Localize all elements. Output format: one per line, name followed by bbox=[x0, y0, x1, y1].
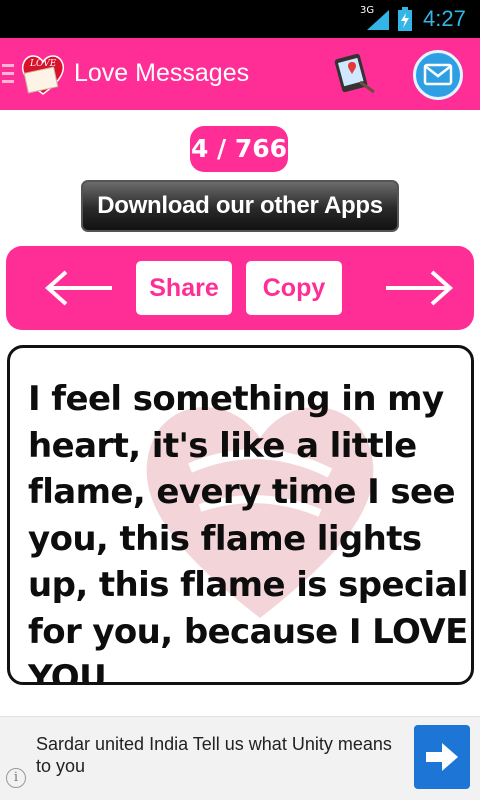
arrow-left-icon[interactable] bbox=[42, 268, 114, 308]
ad-info-icon[interactable]: i bbox=[6, 768, 26, 788]
status-bar: 3G 4:27 bbox=[0, 0, 480, 38]
mail-icon[interactable] bbox=[413, 50, 463, 100]
battery-charging-icon bbox=[398, 7, 412, 31]
message-text: I feel something in my heart, it's like … bbox=[28, 379, 469, 685]
clock: 4:27 bbox=[423, 6, 466, 31]
logo-text: LOVE bbox=[29, 59, 57, 69]
map-location-icon[interactable] bbox=[330, 52, 378, 96]
download-apps-button[interactable]: Download our other Apps bbox=[81, 180, 399, 232]
action-bar: LOVE Love Messages bbox=[0, 38, 480, 110]
arrow-right-icon[interactable] bbox=[384, 268, 456, 308]
love-letter-logo-icon[interactable]: LOVE bbox=[18, 52, 68, 96]
navigation-panel: Share Copy bbox=[6, 246, 474, 330]
ad-text[interactable]: Sardar united India Tell us what Unity m… bbox=[36, 733, 396, 777]
message-counter: 4 / 766 bbox=[190, 126, 288, 172]
menu-drawer-icon[interactable] bbox=[2, 64, 14, 86]
share-button[interactable]: Share bbox=[136, 261, 232, 315]
signal-icon bbox=[367, 10, 389, 30]
message-card: I feel something in my heart, it's like … bbox=[7, 345, 474, 685]
ad-arrow-right-icon[interactable] bbox=[414, 725, 470, 789]
app-title: Love Messages bbox=[74, 59, 250, 87]
copy-button[interactable]: Copy bbox=[246, 261, 342, 315]
ad-banner[interactable]: Sardar united India Tell us what Unity m… bbox=[0, 716, 480, 800]
